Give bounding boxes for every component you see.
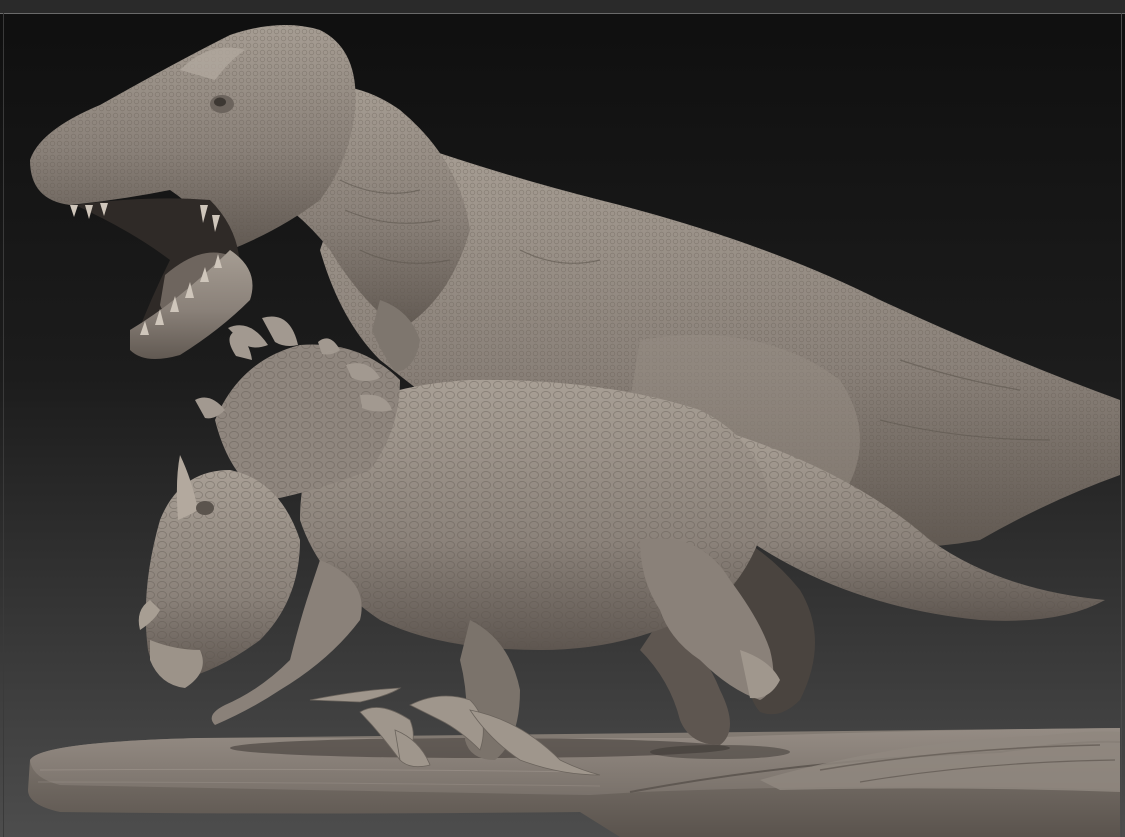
viewport-top-border (0, 13, 1125, 14)
sculpt-viewport[interactable] (0, 0, 1125, 837)
viewport-right-border (1121, 13, 1122, 837)
viewport-left-border (3, 13, 4, 837)
render-canvas (0, 0, 1125, 837)
